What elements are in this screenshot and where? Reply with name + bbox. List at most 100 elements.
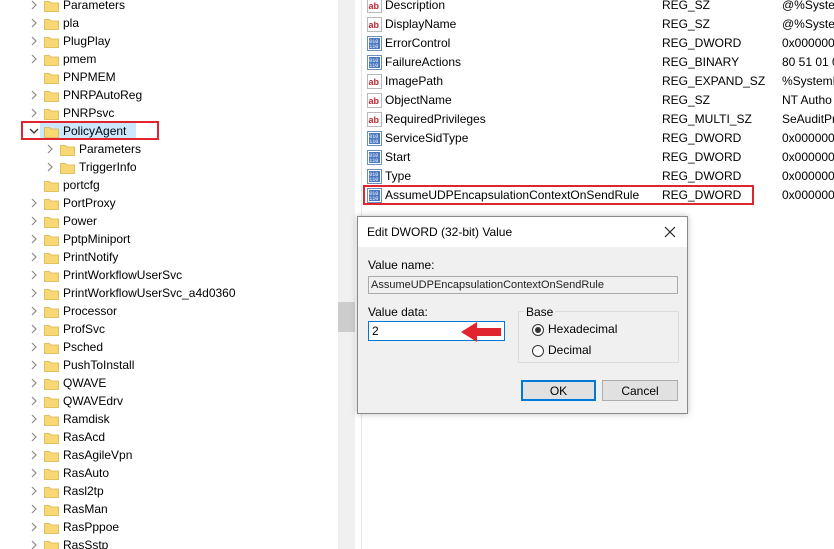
chevron-right-icon[interactable]	[28, 356, 40, 374]
tree-item[interactable]: PrintWorkflowUserSvc_a4d0360	[0, 284, 338, 302]
tree-item[interactable]: RasAgileVpn	[0, 446, 338, 464]
value-type: REG_DWORD	[662, 131, 742, 145]
tree-item-label: PNRPAutoReg	[63, 88, 143, 102]
tree-item[interactable]: PolicyAgent	[0, 121, 338, 140]
cancel-button[interactable]: Cancel	[602, 380, 678, 401]
decimal-label[interactable]: Decimal	[548, 343, 591, 357]
hexadecimal-radio[interactable]	[532, 324, 544, 336]
tree-item[interactable]: QWAVE	[0, 374, 338, 392]
chevron-right-icon[interactable]	[44, 158, 56, 176]
chevron-right-icon[interactable]	[28, 248, 40, 266]
folder-icon	[60, 143, 75, 156]
chevron-right-icon[interactable]	[28, 482, 40, 500]
tree-item[interactable]: RasSstp	[0, 536, 338, 549]
chevron-right-icon[interactable]	[28, 464, 40, 482]
chevron-right-icon[interactable]	[28, 230, 40, 248]
tree-item[interactable]: TriggerInfo	[0, 158, 338, 176]
value-row[interactable]: 010110ServiceSidType REG_DWORD 0x0000000	[362, 129, 834, 148]
chevron-right-icon[interactable]	[28, 194, 40, 212]
tree-item-label: Ramdisk	[63, 412, 110, 426]
chevron-right-icon[interactable]	[28, 104, 40, 122]
value-row[interactable]: 010110Type REG_DWORD 0x0000002	[362, 167, 834, 186]
svg-text:110: 110	[369, 158, 378, 164]
scrollbar-thumb[interactable]	[338, 302, 355, 332]
value-row[interactable]: ab DisplayName REG_SZ @%System	[362, 15, 834, 34]
chevron-right-icon[interactable]	[28, 374, 40, 392]
value-row[interactable]: ab Description REG_SZ @%System	[362, 0, 834, 15]
chevron-right-icon[interactable]	[28, 392, 40, 410]
value-row[interactable]: ab ImagePath REG_EXPAND_SZ %SystemR	[362, 72, 834, 91]
tree-item[interactable]: Processor	[0, 302, 338, 320]
tree-item[interactable]: PushToInstall	[0, 356, 338, 374]
dialog-titlebar[interactable]: Edit DWORD (32-bit) Value	[358, 217, 687, 247]
chevron-right-icon[interactable]	[28, 86, 40, 104]
chevron-right-icon[interactable]	[28, 446, 40, 464]
chevron-down-icon[interactable]	[28, 122, 40, 140]
chevron-right-icon[interactable]	[28, 338, 40, 356]
chevron-right-icon[interactable]	[28, 50, 40, 68]
value-row[interactable]: 010110Start REG_DWORD 0x0000000	[362, 148, 834, 167]
tree-item[interactable]: QWAVEdrv	[0, 392, 338, 410]
chevron-right-icon[interactable]	[28, 536, 40, 549]
hexadecimal-label[interactable]: Hexadecimal	[548, 322, 617, 336]
tree-item[interactable]: PptpMiniport	[0, 230, 338, 248]
tree-item[interactable]: Psched	[0, 338, 338, 356]
chevron-right-icon[interactable]	[28, 410, 40, 428]
tree-item-label: portcfg	[63, 178, 100, 192]
tree-item[interactable]: PlugPlay	[0, 32, 338, 50]
tree-item[interactable]: RasPppoe	[0, 518, 338, 536]
tree-item[interactable]: Rasl2tp	[0, 482, 338, 500]
registry-tree[interactable]: Parameters pla PlugPlay pmem PNPMEM PNRPAutoR…	[0, 0, 338, 549]
chevron-right-icon[interactable]	[28, 0, 40, 14]
folder-icon	[60, 161, 75, 174]
tree-item[interactable]: ProfSvc	[0, 320, 338, 338]
ok-button[interactable]: OK	[521, 380, 596, 401]
close-icon[interactable]	[661, 223, 679, 241]
chevron-right-icon[interactable]	[28, 518, 40, 536]
svg-text:ab: ab	[369, 96, 380, 106]
chevron-right-icon[interactable]	[28, 266, 40, 284]
tree-item[interactable]: PNPMEM	[0, 68, 338, 86]
tree-item-label: RasPppoe	[63, 520, 120, 534]
chevron-right-icon[interactable]	[28, 284, 40, 302]
tree-item[interactable]: RasAcd	[0, 428, 338, 446]
chevron-right-icon[interactable]	[28, 212, 40, 230]
decimal-radio[interactable]	[532, 345, 544, 357]
tree-item-label: TriggerInfo	[79, 160, 137, 174]
tree-item[interactable]: RasAuto	[0, 464, 338, 482]
chevron-right-icon[interactable]	[28, 14, 40, 32]
tree-item-label: RasSstp	[63, 538, 109, 549]
tree-item[interactable]: PortProxy	[0, 194, 338, 212]
chevron-right-icon[interactable]	[28, 428, 40, 446]
tree-item[interactable]: Ramdisk	[0, 410, 338, 428]
chevron-right-icon[interactable]	[28, 302, 40, 320]
tree-item[interactable]: portcfg	[0, 176, 338, 194]
tree-item[interactable]: pmem	[0, 50, 338, 68]
folder-icon	[44, 125, 59, 138]
value-row[interactable]: 010 110 FailureActions REG_BINARY 80 51 01 0	[362, 53, 834, 72]
chevron-right-icon[interactable]	[44, 140, 56, 158]
value-row[interactable]: ab RequiredPrivileges REG_MULTI_SZ SeAuditP…	[362, 110, 834, 129]
tree-item-label: QWAVEdrv	[63, 394, 124, 408]
tree-item[interactable]: PrintNotify	[0, 248, 338, 266]
tree-item[interactable]: Parameters	[0, 0, 338, 14]
chevron-right-icon[interactable]	[28, 32, 40, 50]
value-name: Description	[385, 0, 446, 12]
chevron-right-icon[interactable]	[28, 500, 40, 518]
tree-item[interactable]: PrintWorkflowUserSvc	[0, 266, 338, 284]
chevron-right-icon[interactable]	[28, 320, 40, 338]
value-data: @%System	[782, 0, 834, 12]
tree-item[interactable]: pla	[0, 14, 338, 32]
tree-item-label: PolicyAgent	[63, 124, 127, 138]
tree-item-label: Processor	[63, 304, 118, 318]
tree-item[interactable]: RasMan	[0, 500, 338, 518]
tree-item[interactable]: PNRPsvc	[0, 104, 338, 122]
value-row[interactable]: ab ObjectName REG_SZ NT Autho	[362, 91, 834, 110]
folder-icon	[44, 269, 59, 282]
tree-item[interactable]: PNRPAutoReg	[0, 86, 338, 104]
tree-scrollbar[interactable]	[338, 0, 355, 549]
folder-icon	[44, 233, 59, 246]
tree-item[interactable]: Parameters	[0, 140, 338, 158]
tree-item[interactable]: Power	[0, 212, 338, 230]
value-row[interactable]: 010110ErrorControl REG_DWORD 0x0000000	[362, 34, 834, 53]
